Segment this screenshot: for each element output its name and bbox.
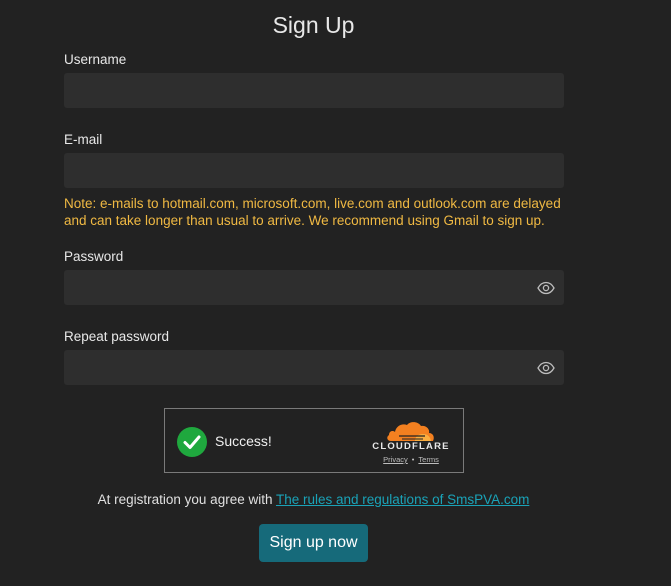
eye-icon[interactable]	[537, 281, 555, 295]
link-separator: •	[411, 455, 415, 464]
username-input[interactable]	[64, 73, 564, 108]
email-input[interactable]	[64, 153, 564, 188]
page-title: Sign Up	[272, 12, 355, 38]
checkmark-icon	[177, 427, 207, 457]
captcha-status-text: Success!	[215, 433, 272, 449]
password-label: Password	[64, 249, 124, 264]
email-label: E-mail	[64, 132, 103, 147]
privacy-link[interactable]: Privacy	[383, 455, 408, 464]
cloudflare-wordmark: CLOUDFLARE	[372, 441, 450, 452]
terms-link[interactable]: Terms	[418, 455, 438, 464]
signup-page: Sign Up Username E-mail Note: e-mails to…	[0, 0, 671, 586]
captcha-widget[interactable]: Success! CLOUDFLARE Privacy • Terms	[164, 408, 464, 473]
eye-icon[interactable]	[537, 361, 555, 375]
repeat-password-input[interactable]	[64, 350, 564, 385]
repeat-password-label: Repeat password	[64, 329, 170, 344]
rules-link[interactable]: The rules and regulations of SmsPVA.com	[276, 492, 529, 507]
email-delay-note: Note: e-mails to hotmail.com, microsoft.…	[64, 196, 561, 228]
captcha-links: Privacy • Terms	[369, 455, 453, 464]
password-input[interactable]	[64, 270, 564, 305]
cloudflare-logo	[387, 422, 434, 441]
sign-up-button[interactable]: Sign up now	[259, 524, 368, 562]
agreement-text: At registration you agree with	[97, 492, 273, 507]
username-label: Username	[64, 52, 127, 67]
agreement-line: At registration you agree with The rules…	[0, 492, 627, 507]
cloudflare-branding: CLOUDFLARE Privacy • Terms	[365, 419, 453, 467]
